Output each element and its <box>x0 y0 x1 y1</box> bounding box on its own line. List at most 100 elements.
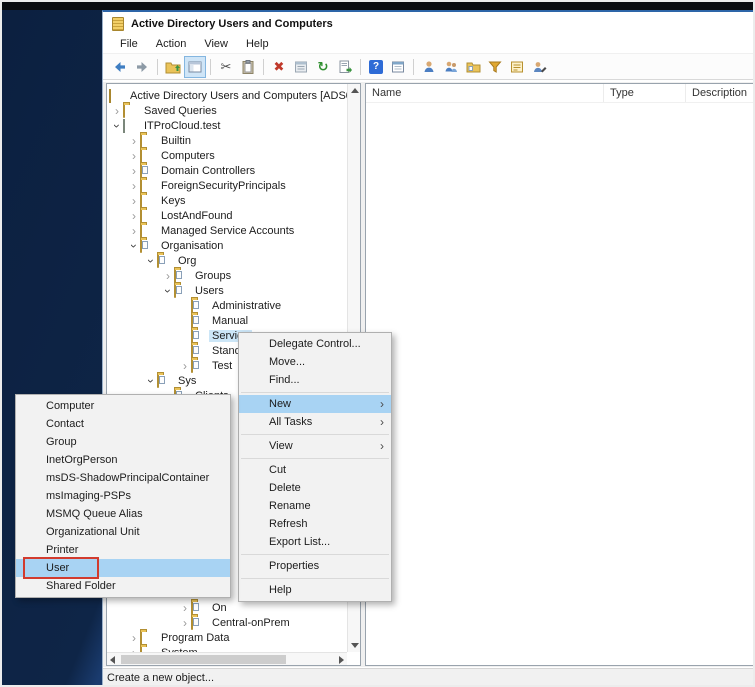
scroll-down-arrow-icon[interactable] <box>351 643 359 648</box>
menu-item-delegate-control[interactable]: Delegate Control... <box>239 335 391 353</box>
chevron-collapsed-icon[interactable]: › <box>111 105 123 117</box>
tree-item-administrative[interactable]: Administrative <box>107 298 347 313</box>
tree-item-groups[interactable]: ›Groups <box>107 268 347 283</box>
menu-item-find[interactable]: Find... <box>239 371 391 389</box>
cut-icon[interactable]: ✂ <box>215 56 237 78</box>
menu-item-computer[interactable]: Computer <box>16 397 230 415</box>
chevron-collapsed-icon[interactable]: › <box>128 150 140 162</box>
find-object-icon[interactable] <box>528 56 550 78</box>
column-header-type[interactable]: Type <box>604 84 686 102</box>
tree-item-manual[interactable]: Manual <box>107 313 347 328</box>
menu-item-msimaging-psps[interactable]: msImaging-PSPs <box>16 487 230 505</box>
menu-view[interactable]: View <box>197 37 235 51</box>
menu-item-msds-shadowprincipalcontainer[interactable]: msDS-ShadowPrincipalContainer <box>16 469 230 487</box>
window-title: Active Directory Users and Computers <box>131 18 333 30</box>
tree-item-organisation[interactable]: ›Organisation <box>107 238 347 253</box>
scroll-up-arrow-icon[interactable] <box>351 88 359 93</box>
folder-icon <box>123 105 137 117</box>
menu-item-rename[interactable]: Rename <box>239 497 391 515</box>
desktop-top-strip <box>2 2 753 10</box>
status-text: Create a new object... <box>107 672 214 684</box>
tree-item-saved-queries[interactable]: ›Saved Queries <box>107 103 347 118</box>
menu-item-msmq-queue-alias[interactable]: MSMQ Queue Alias <box>16 505 230 523</box>
desktop: Active Directory Users and Computers Fil… <box>0 0 755 687</box>
delete-icon[interactable]: ✖ <box>268 56 290 78</box>
show-console-tree-icon[interactable] <box>184 56 206 78</box>
menu-item-help[interactable]: Help <box>239 581 391 599</box>
menu-item-shared-folder[interactable]: Shared Folder <box>16 577 230 595</box>
column-header-description[interactable]: Description <box>686 84 754 102</box>
tree-item-label: On <box>209 602 230 614</box>
tree-item-system[interactable]: ›System <box>107 645 347 652</box>
chevron-collapsed-icon[interactable]: › <box>128 195 140 207</box>
chevron-collapsed-icon[interactable]: › <box>179 360 191 372</box>
up-one-level-icon[interactable] <box>162 56 184 78</box>
chevron-collapsed-icon[interactable]: › <box>179 617 191 629</box>
help-icon[interactable]: ? <box>365 56 387 78</box>
tree-horizontal-scrollbar[interactable] <box>107 652 347 665</box>
chevron-collapsed-icon[interactable]: › <box>162 270 174 282</box>
menu-file[interactable]: File <box>113 37 145 51</box>
context-menu: Delegate Control...Move...Find... New›All… <box>238 332 392 602</box>
refresh-icon[interactable]: ↻ <box>312 56 334 78</box>
menu-action[interactable]: Action <box>149 37 194 51</box>
forward-icon[interactable] <box>131 56 153 78</box>
menu-help[interactable]: Help <box>239 37 276 51</box>
tree-item-label: Test <box>209 360 235 372</box>
column-header-name[interactable]: Name <box>366 84 604 102</box>
menu-item-label: Organizational Unit <box>46 526 140 538</box>
new-window-icon[interactable] <box>387 56 409 78</box>
tree-item-label: Program Data <box>158 632 232 644</box>
menu-item-group[interactable]: Group <box>16 433 230 451</box>
ou-icon <box>191 617 205 629</box>
tree-item-label: Central-onPrem <box>209 617 293 629</box>
tree-item-label: Managed Service Accounts <box>158 225 297 237</box>
export-list-icon[interactable] <box>334 56 356 78</box>
tree-item-label: LostAndFound <box>158 210 236 222</box>
menu-item-view[interactable]: View› <box>239 437 391 455</box>
tree-item-on[interactable]: › On <box>107 600 347 615</box>
chevron-expanded-icon[interactable]: › <box>128 240 140 252</box>
menu-item-export-list[interactable]: Export List... <box>239 533 391 551</box>
filter-icon[interactable] <box>484 56 506 78</box>
toolbar-separator <box>413 59 414 75</box>
properties-icon[interactable] <box>290 56 312 78</box>
menu-item-properties[interactable]: Properties <box>239 557 391 575</box>
tree-item-active-directory-users-and-computers-ads01-itp[interactable]: Active Directory Users and Computers [AD… <box>107 88 347 103</box>
title-bar[interactable]: Active Directory Users and Computers <box>103 12 755 35</box>
create-user-icon[interactable] <box>418 56 440 78</box>
chevron-expanded-icon[interactable]: › <box>145 255 157 267</box>
chevron-collapsed-icon[interactable]: › <box>128 225 140 237</box>
menu-item-all-tasks[interactable]: All Tasks› <box>239 413 391 431</box>
back-icon[interactable] <box>109 56 131 78</box>
create-ou-icon[interactable] <box>462 56 484 78</box>
tree-item-org[interactable]: ›Org <box>107 253 347 268</box>
chevron-collapsed-icon[interactable]: › <box>128 210 140 222</box>
chevron-expanded-icon[interactable]: › <box>111 120 123 132</box>
tree-item-users[interactable]: ›Users <box>107 283 347 298</box>
menu-item-organizational-unit[interactable]: Organizational Unit <box>16 523 230 541</box>
menu-item-delete[interactable]: Delete <box>239 479 391 497</box>
menu-item-contact[interactable]: Contact <box>16 415 230 433</box>
menu-item-move[interactable]: Move... <box>239 353 391 371</box>
chevron-collapsed-icon[interactable]: › <box>128 180 140 192</box>
chevron-collapsed-icon[interactable]: › <box>179 602 191 614</box>
view-list-icon[interactable] <box>506 56 528 78</box>
menu-item-new[interactable]: New› <box>239 395 391 413</box>
menu-item-cut[interactable]: Cut <box>239 461 391 479</box>
menu-item-label: Properties <box>269 560 319 572</box>
menu-item-inetorgperson[interactable]: InetOrgPerson <box>16 451 230 469</box>
scroll-right-arrow-icon[interactable] <box>339 656 344 664</box>
menu-item-label: Cut <box>269 464 286 476</box>
menu-item-refresh[interactable]: Refresh <box>239 515 391 533</box>
create-group-icon[interactable] <box>440 56 462 78</box>
chevron-expanded-icon[interactable]: › <box>162 285 174 297</box>
scroll-left-arrow-icon[interactable] <box>110 656 115 664</box>
scrollbar-thumb[interactable] <box>121 655 286 664</box>
paste-icon[interactable] <box>237 56 259 78</box>
chevron-collapsed-icon[interactable]: › <box>128 632 140 644</box>
chevron-expanded-icon[interactable]: › <box>145 375 157 387</box>
chevron-collapsed-icon[interactable]: › <box>128 135 140 147</box>
tree-item-label: Administrative <box>209 300 284 312</box>
chevron-collapsed-icon[interactable]: › <box>128 165 140 177</box>
